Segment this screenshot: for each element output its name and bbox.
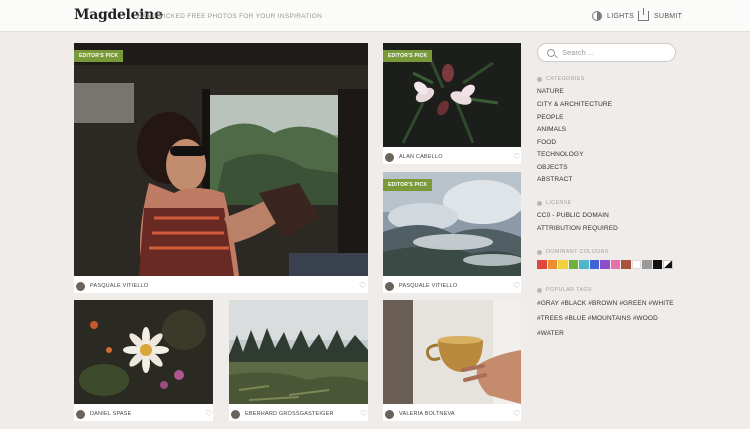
site-tagline: HAND-PICKED FREE PHOTOS FOR YOUR INSPIRA…: [137, 13, 323, 20]
avatar: [76, 281, 85, 291]
category-food[interactable]: FOOD: [537, 139, 556, 146]
tag-icon: [537, 287, 542, 293]
author-name: ALAN CABELLO: [399, 154, 443, 160]
heart-icon[interactable]: ♡: [513, 410, 520, 418]
category-icon: [537, 76, 542, 82]
photo-woman-in-car: [74, 43, 368, 276]
submit-button[interactable]: SUBMIT: [638, 8, 683, 22]
colour-swatch-brown[interactable]: [621, 260, 631, 269]
heart-icon[interactable]: ♡: [513, 282, 520, 290]
heart-icon[interactable]: ♡: [513, 153, 520, 161]
photo-card[interactable]: VALERIA BOLTNEVA ♡: [383, 300, 521, 421]
photo-author[interactable]: ALAN CABELLO: [385, 150, 443, 164]
category-people[interactable]: PEOPLE: [537, 114, 564, 121]
photo-image[interactable]: [74, 43, 368, 276]
colour-swatch-black[interactable]: [652, 260, 662, 269]
avatar: [76, 409, 85, 419]
categories-title: CATEGORIES: [546, 76, 585, 82]
photo-author[interactable]: EBERHARD GROSSGASTEIGER: [231, 407, 334, 421]
photo-image[interactable]: [229, 300, 368, 404]
editors-pick-badge: EDITOR'S PICK: [383, 50, 433, 62]
tags-title: POPULAR TAGS: [546, 287, 592, 293]
heart-icon[interactable]: ♡: [205, 410, 212, 418]
category-technology[interactable]: TECHNOLOGY: [537, 151, 584, 158]
search-input[interactable]: Search ...: [537, 43, 676, 62]
author-name: EBERHARD GROSSGASTEIGER: [245, 411, 334, 417]
colour-swatch-yellow[interactable]: [558, 260, 568, 269]
tags-heading: POPULAR TAGS: [537, 287, 592, 293]
tags-line[interactable]: #TREES #BLUE #MOUNTAINS #WOOD: [537, 315, 658, 322]
photo-author[interactable]: PASQUALE VITIELLO: [385, 279, 457, 293]
author-name: VALERIA BOLTNEVA: [399, 411, 455, 417]
license-heading: LICENSE: [537, 200, 572, 206]
photo-author[interactable]: PASQUALE VITIELLO: [76, 279, 148, 293]
photo-image[interactable]: [74, 300, 213, 404]
category-animals[interactable]: ANIMALS: [537, 126, 566, 133]
photo-golden-cup: [383, 300, 521, 404]
contrast-icon: [592, 11, 602, 21]
colour-swatch-blue[interactable]: [589, 260, 599, 269]
lights-label: LIGHTS: [607, 12, 635, 20]
photo-card[interactable]: EDITOR'S PICK ALAN CABELLO ♡: [383, 43, 521, 164]
editors-pick-badge: EDITOR'S PICK: [383, 179, 433, 191]
author-name: DANIEL SPASE: [90, 411, 132, 417]
category-abstract[interactable]: ABSTRACT: [537, 176, 572, 183]
colours-title: DOMINANT COLOURS: [546, 249, 609, 255]
heart-icon[interactable]: ♡: [359, 282, 366, 290]
photo-author[interactable]: DANIEL SPASE: [76, 407, 132, 421]
colour-swatch-red[interactable]: [537, 260, 547, 269]
photo-card[interactable]: DANIEL SPASE ♡: [74, 300, 213, 421]
tags-line[interactable]: #GRAY #BLACK #BROWN #GREEN #WHITE: [537, 300, 674, 307]
colour-swatch-green[interactable]: [568, 260, 578, 269]
colour-swatches: [537, 260, 673, 269]
avatar: [385, 281, 394, 291]
license-cc0[interactable]: CC0 - PUBLIC DOMAIN: [537, 212, 609, 219]
avatar: [231, 409, 240, 419]
colours-heading: DOMINANT COLOURS: [537, 249, 609, 255]
license-title: LICENSE: [546, 200, 572, 206]
heart-icon[interactable]: ♡: [360, 410, 367, 418]
author-name: PASQUALE VITIELLO: [399, 283, 458, 289]
license-attribution[interactable]: ATTRIBUTION REQUIRED: [537, 225, 618, 232]
photo-image[interactable]: [383, 300, 521, 404]
colour-swatch-white[interactable]: [631, 260, 641, 269]
photo-daisy: [74, 300, 213, 404]
categories-heading: CATEGORIES: [537, 76, 585, 82]
photo-card[interactable]: EBERHARD GROSSGASTEIGER ♡: [229, 300, 368, 421]
license-icon: [537, 200, 542, 206]
category-nature[interactable]: NATURE: [537, 88, 564, 95]
colour-swatch-black-white[interactable]: [663, 260, 673, 269]
colour-swatch-cyan[interactable]: [579, 260, 589, 269]
colour-swatch-gray[interactable]: [642, 260, 652, 269]
avatar: [385, 409, 394, 419]
tags-line[interactable]: #WATER: [537, 330, 564, 337]
top-bar: Magdeleine HAND-PICKED FREE PHOTOS FOR Y…: [0, 0, 750, 32]
search-placeholder: Search ...: [562, 48, 595, 57]
avatar: [385, 152, 394, 162]
colour-swatch-purple[interactable]: [600, 260, 610, 269]
search-icon: [547, 48, 555, 57]
colour-swatch-pink[interactable]: [610, 260, 620, 269]
category-city-architecture[interactable]: CITY & ARCHITECTURE: [537, 101, 612, 108]
colour-swatch-orange[interactable]: [547, 260, 557, 269]
editors-pick-badge: EDITOR'S PICK: [74, 50, 124, 62]
drop-icon: [537, 249, 542, 255]
lights-toggle-button[interactable]: LIGHTS: [592, 10, 634, 22]
photo-card[interactable]: EDITOR'S PICK PASQUALE VITIELLO ♡: [383, 172, 521, 293]
upload-icon: [638, 8, 649, 21]
category-objects[interactable]: OBJECTS: [537, 164, 568, 171]
photo-forest-meadow: [229, 300, 368, 404]
submit-label: SUBMIT: [654, 12, 683, 20]
photo-card[interactable]: EDITOR'S PICK PASQUALE VITIELLO ♡: [74, 43, 368, 293]
photo-author[interactable]: VALERIA BOLTNEVA: [385, 407, 455, 421]
author-name: PASQUALE VITIELLO: [90, 283, 149, 289]
